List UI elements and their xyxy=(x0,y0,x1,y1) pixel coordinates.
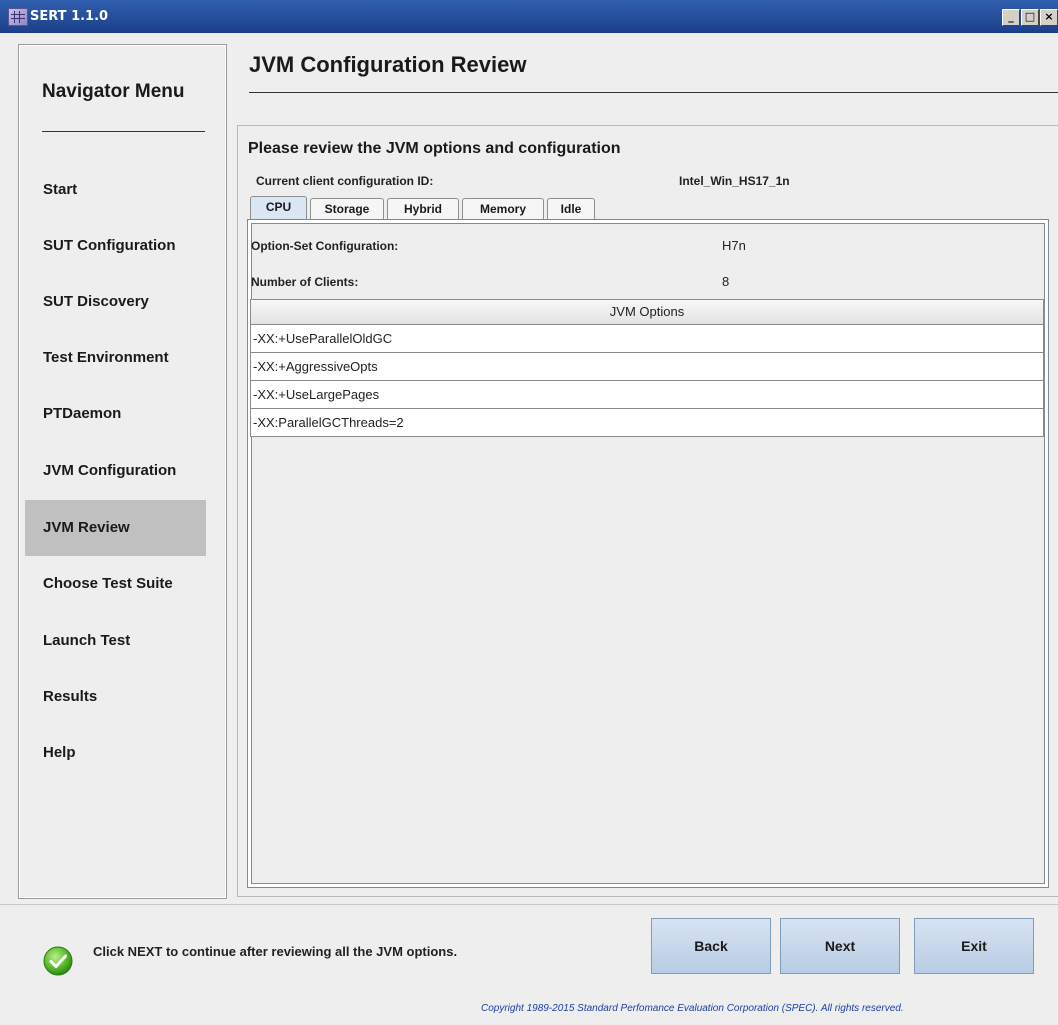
tab-storage[interactable]: Storage xyxy=(310,198,384,219)
tab-memory[interactable]: Memory xyxy=(462,198,544,219)
tab-cpu[interactable]: CPU xyxy=(250,196,307,220)
nav-item-sut-discovery[interactable]: SUT Discovery xyxy=(25,274,206,330)
maximize-icon[interactable]: □ xyxy=(1021,9,1039,26)
back-button[interactable]: Back xyxy=(651,918,771,974)
exit-button[interactable]: Exit xyxy=(914,918,1034,974)
review-subheading: Please review the JVM options and config… xyxy=(248,140,621,157)
copyright-text: Copyright 1989-2015 Standard Perfomance … xyxy=(481,1003,904,1014)
minimize-icon[interactable]: _ xyxy=(1002,9,1020,26)
option-set-value: H7n xyxy=(722,238,746,253)
footer-separator xyxy=(0,904,1058,905)
nav-item-results[interactable]: Results xyxy=(25,669,206,725)
check-icon xyxy=(43,946,73,976)
window-controls: _ □ × xyxy=(1001,9,1058,26)
page-title: JVM Configuration Review xyxy=(249,52,527,77)
nav-item-choose-test-suite[interactable]: Choose Test Suite xyxy=(25,556,206,612)
jvm-options-header[interactable]: JVM Options xyxy=(251,300,1043,325)
config-id-label: Current client configuration ID: xyxy=(256,174,434,188)
table-row[interactable]: -XX:+UseParallelOldGC xyxy=(251,325,1043,353)
table-row[interactable]: -XX:+UseLargePages xyxy=(251,381,1043,409)
app-icon xyxy=(8,8,28,26)
tab-idle[interactable]: Idle xyxy=(547,198,595,219)
nav-item-jvm-configuration[interactable]: JVM Configuration xyxy=(25,443,206,499)
nav-item-start[interactable]: Start xyxy=(25,162,206,218)
jvm-options-table: JVM Options -XX:+UseParallelOldGC -XX:+A… xyxy=(250,299,1044,437)
nav-item-test-environment[interactable]: Test Environment xyxy=(25,330,206,386)
table-row[interactable]: -XX:ParallelGCThreads=2 xyxy=(251,409,1043,436)
status-message: Click NEXT to continue after reviewing a… xyxy=(93,944,458,959)
tab-hybrid[interactable]: Hybrid xyxy=(387,198,459,219)
nav-item-launch-test[interactable]: Launch Test xyxy=(25,613,206,669)
next-button[interactable]: Next xyxy=(780,918,900,974)
clients-value: 8 xyxy=(722,274,730,289)
nav-item-jvm-review[interactable]: JVM Review xyxy=(25,500,206,556)
window-titlebar[interactable]: SERT 1.1.0 _ □ × xyxy=(0,0,1058,33)
table-row[interactable]: -XX:+AggressiveOpts xyxy=(251,353,1043,381)
close-icon[interactable]: × xyxy=(1040,9,1058,26)
navigator-title: Navigator Menu xyxy=(42,81,185,102)
clients-label: Number of Clients: xyxy=(251,275,359,289)
nav-item-help[interactable]: Help xyxy=(25,725,206,781)
option-set-label: Option-Set Configuration: xyxy=(251,239,399,253)
config-id-value: Intel_Win_HS17_1n xyxy=(679,174,790,188)
nav-item-ptdaemon[interactable]: PTDaemon xyxy=(25,386,206,442)
navigator-panel: Navigator Menu Start SUT Configuration S… xyxy=(18,44,227,899)
window-title: SERT 1.1.0 xyxy=(30,9,109,24)
nav-item-sut-configuration[interactable]: SUT Configuration xyxy=(25,218,206,274)
title-separator xyxy=(249,92,1058,93)
navigator-separator xyxy=(42,131,205,132)
